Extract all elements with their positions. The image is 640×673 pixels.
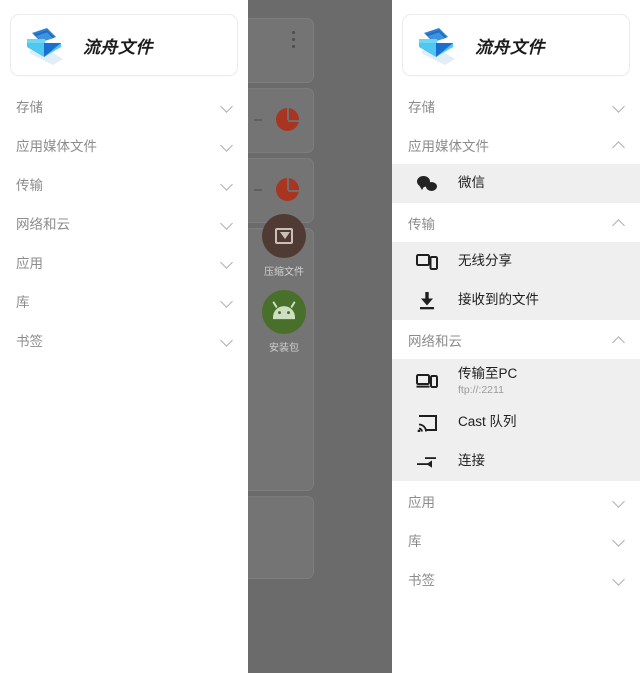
app-title: 流舟文件 <box>83 37 153 57</box>
sidebar-section-storage[interactable]: 存储 <box>0 86 248 125</box>
menu-item-label: 传输至PC <box>458 365 518 381</box>
nav-section-list-right: 存储 应用媒体文件 微信 传输 无线分享 接收到的文件 网络和云 传输至PC f… <box>392 86 640 598</box>
chevron-down-icon[interactable] <box>612 533 626 547</box>
section-label: 网络和云 <box>408 333 462 349</box>
sidebar-section-network-cloud[interactable]: 网络和云 <box>0 203 248 242</box>
pie-chart-icon <box>276 178 299 201</box>
boat-folder-logo-icon <box>415 25 459 65</box>
more-vert-icon <box>292 31 295 52</box>
background-tile-label: 安装包 <box>269 343 299 354</box>
pie-chart-icon <box>276 108 299 131</box>
navigation-drawer-expanded: 流舟文件 存储 应用媒体文件 微信 传输 无线分享 接收到的文件 网络和云 传输… <box>392 0 640 673</box>
background-content-left: 压缩文件 安装包 <box>248 0 320 673</box>
chevron-down-icon[interactable] <box>220 255 234 269</box>
menu-item-label: 连接 <box>458 453 485 469</box>
connect-arrow-icon <box>414 449 440 475</box>
background-tile-archive: 压缩文件 <box>260 214 308 278</box>
chevron-up-icon[interactable] <box>612 138 626 152</box>
chevron-down-icon[interactable] <box>220 138 234 152</box>
cast-icon <box>414 410 440 436</box>
menu-item-label: Cast 队列 <box>458 414 517 430</box>
section-label: 传输 <box>16 177 43 193</box>
sidebar-section-storage[interactable]: 存储 <box>392 86 640 125</box>
sidebar-section-transfer[interactable]: 传输 <box>392 203 640 242</box>
archive-icon <box>262 214 306 258</box>
chevron-down-icon[interactable] <box>612 494 626 508</box>
submenu-transfer: 无线分享 接收到的文件 <box>392 242 640 320</box>
brand-header-card[interactable]: 流舟文件 <box>10 14 238 76</box>
sidebar-section-app-media[interactable]: 应用媒体文件 <box>0 125 248 164</box>
brand-header-card[interactable]: 流舟文件 <box>402 14 630 76</box>
chevron-down-icon[interactable] <box>220 99 234 113</box>
chevron-down-icon[interactable] <box>220 177 234 191</box>
section-label: 存储 <box>408 99 435 115</box>
section-label: 应用 <box>408 494 435 510</box>
sidebar-section-network-cloud[interactable]: 网络和云 <box>392 320 640 359</box>
sidebar-section-apps[interactable]: 应用 <box>0 242 248 281</box>
phonelink-icon <box>414 249 440 275</box>
menu-item-cast-queue[interactable]: Cast 队列 <box>392 403 640 442</box>
wechat-icon <box>414 171 440 197</box>
download-icon <box>414 288 440 314</box>
sidebar-section-apps[interactable]: 应用 <box>392 481 640 520</box>
section-label: 库 <box>16 294 30 310</box>
app-screen: 压缩文件 安装包 压缩文件 安装包 <box>0 0 640 673</box>
background-card <box>248 18 314 83</box>
section-label: 传输 <box>408 216 435 232</box>
chevron-down-icon[interactable] <box>220 216 234 230</box>
section-label: 书签 <box>16 333 43 349</box>
chevron-down-icon[interactable] <box>220 294 234 308</box>
computer-icon <box>414 368 440 394</box>
section-label: 应用媒体文件 <box>16 138 97 154</box>
chevron-down-icon[interactable] <box>220 333 234 347</box>
menu-item-received-files[interactable]: 接收到的文件 <box>392 281 640 320</box>
submenu-network-cloud: 传输至PC ftp://:2211 Cast 队列 连接 <box>392 359 640 481</box>
section-label: 网络和云 <box>16 216 70 232</box>
chevron-up-icon[interactable] <box>612 216 626 230</box>
sidebar-section-library[interactable]: 库 <box>0 281 248 320</box>
menu-item-connect[interactable]: 连接 <box>392 442 640 481</box>
menu-item-transfer-to-pc[interactable]: 传输至PC ftp://:2211 <box>392 359 640 403</box>
sidebar-section-bookmarks[interactable]: 书签 <box>0 320 248 359</box>
menu-item-label: 微信 <box>458 175 485 191</box>
background-divider <box>254 119 262 121</box>
submenu-app-media: 微信 <box>392 164 640 203</box>
chevron-up-icon[interactable] <box>612 333 626 347</box>
background-divider <box>254 189 262 191</box>
sidebar-section-app-media[interactable]: 应用媒体文件 <box>392 125 640 164</box>
menu-item-wechat[interactable]: 微信 <box>392 164 640 203</box>
sidebar-section-library[interactable]: 库 <box>392 520 640 559</box>
section-label: 存储 <box>16 99 43 115</box>
background-tile-label: 压缩文件 <box>264 267 304 278</box>
menu-item-label: 接收到的文件 <box>458 292 539 308</box>
background-tile-apk: 安装包 <box>260 290 308 354</box>
boat-folder-logo-icon <box>23 25 67 65</box>
chevron-down-icon[interactable] <box>612 99 626 113</box>
navigation-drawer-collapsed: 流舟文件 存储 应用媒体文件 传输 网络和云 应用 库 书签 <box>0 0 248 673</box>
android-icon <box>262 290 306 334</box>
background-card <box>248 496 314 579</box>
chevron-down-icon[interactable] <box>612 572 626 586</box>
menu-item-label: 无线分享 <box>458 253 512 269</box>
app-title: 流舟文件 <box>475 37 545 57</box>
section-label: 库 <box>408 533 422 549</box>
section-label: 应用 <box>16 255 43 271</box>
section-label: 书签 <box>408 572 435 588</box>
sidebar-section-transfer[interactable]: 传输 <box>0 164 248 203</box>
menu-item-wireless-share[interactable]: 无线分享 <box>392 242 640 281</box>
sidebar-section-bookmarks[interactable]: 书签 <box>392 559 640 598</box>
menu-item-subtitle: ftp://:2211 <box>458 384 504 397</box>
nav-section-list-left: 存储 应用媒体文件 传输 网络和云 应用 库 书签 <box>0 86 248 359</box>
section-label: 应用媒体文件 <box>408 138 489 154</box>
